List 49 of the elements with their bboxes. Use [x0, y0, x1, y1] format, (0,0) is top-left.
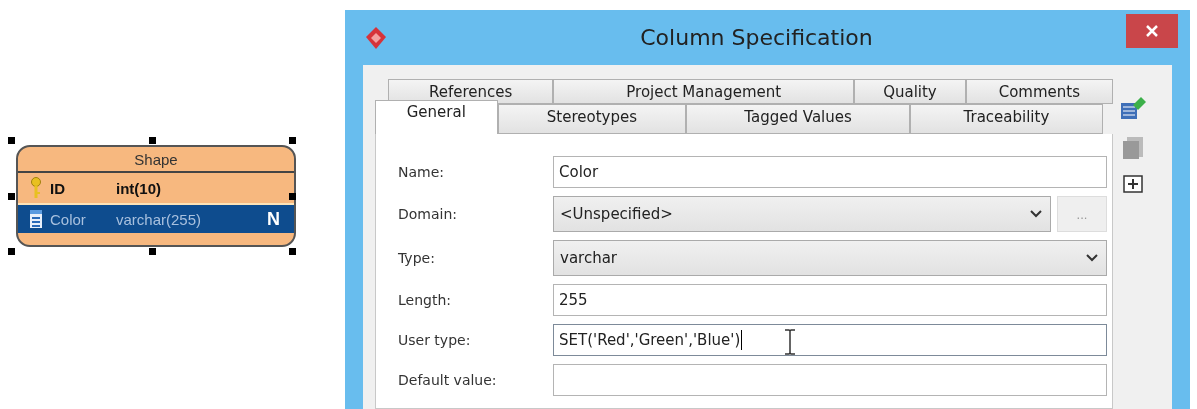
key-icon — [30, 177, 42, 199]
column-name: Color — [50, 210, 87, 228]
tab[interactable]: Stereotypes — [497, 104, 687, 134]
entity-column-row[interactable]: Color varchar(255) N — [18, 203, 294, 233]
selection-handle[interactable] — [289, 137, 296, 144]
tab[interactable]: Comments — [965, 79, 1113, 104]
text-field[interactable]: SET('Red','Green','Blue') — [553, 324, 1107, 356]
field-label: Name: — [398, 164, 446, 180]
entity-column-row[interactable]: ID int(10) — [18, 173, 294, 203]
field-label: Domain: — [398, 206, 459, 222]
selection-handle[interactable] — [289, 248, 296, 255]
selection-handle[interactable] — [148, 248, 156, 255]
field-label: Default value: — [398, 372, 498, 388]
tab[interactable]: Quality — [854, 79, 966, 104]
table-stack-icon[interactable] — [1121, 135, 1145, 161]
add-icon[interactable] — [1123, 175, 1143, 193]
text-field[interactable] — [553, 364, 1107, 396]
pin-table-icon[interactable] — [1119, 95, 1147, 121]
close-icon — [1145, 24, 1159, 38]
chevron-down-icon — [1030, 210, 1042, 218]
selection-handle[interactable] — [289, 192, 296, 200]
column-icon — [30, 210, 42, 228]
field-label: User type: — [398, 332, 472, 348]
text-cursor-icon — [784, 329, 796, 355]
selection-handle[interactable] — [8, 137, 15, 144]
column-name: ID — [50, 179, 66, 197]
tab[interactable]: General — [375, 100, 498, 134]
tab[interactable]: Traceability — [909, 104, 1103, 134]
selection-handle[interactable] — [8, 248, 15, 255]
nullable-marker: N — [267, 208, 280, 230]
dropdown[interactable]: <Unspecified> — [553, 196, 1051, 232]
field-label: Type: — [398, 250, 436, 266]
app-logo-icon — [365, 25, 387, 50]
text-field[interactable]: 255 — [553, 284, 1107, 316]
entity-box[interactable]: Shape ID int(10) Color varchar(255) N — [16, 145, 296, 247]
selection-handle[interactable] — [8, 192, 15, 200]
close-button[interactable] — [1126, 14, 1178, 48]
column-type: varchar(255) — [116, 210, 203, 228]
selection-handle[interactable] — [148, 137, 156, 144]
entity-name: Shape — [18, 147, 294, 173]
column-type: int(10) — [116, 179, 162, 197]
window-title: Column Specification — [639, 25, 874, 50]
tab[interactable]: Project Management — [553, 79, 855, 104]
tab[interactable]: Tagged Values — [686, 104, 910, 134]
text-caret — [741, 330, 743, 350]
text-field[interactable]: Color — [553, 156, 1107, 188]
chevron-down-icon — [1086, 254, 1098, 262]
field-label: Length: — [398, 292, 452, 308]
dropdown[interactable]: varchar — [553, 240, 1107, 276]
